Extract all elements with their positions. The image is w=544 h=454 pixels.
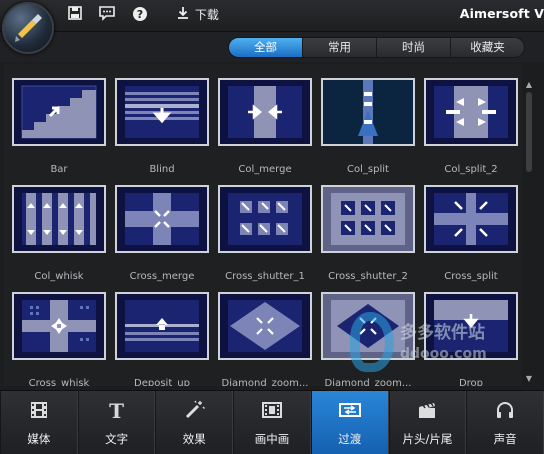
nav-label: 媒体 — [27, 432, 51, 446]
transition-thumbnail — [218, 78, 312, 146]
filter-tabs: 全部 常用 时尚 收藏夹 — [228, 37, 525, 58]
download-label: 下载 — [194, 8, 219, 22]
nav-label: 效果 — [182, 432, 206, 446]
transition-label: Deposit_up — [134, 378, 190, 386]
app-logo-icon[interactable] — [2, 2, 54, 54]
transition-thumbnail — [424, 292, 518, 360]
transition-label: Col_split — [347, 164, 389, 175]
transition-thumbnail — [424, 185, 518, 253]
app-window: ? 下载 Aimersoft V 全部 常用 时尚 收藏夹 Bar Blind … — [0, 0, 544, 454]
scroll-up-icon[interactable]: ▲ — [524, 80, 534, 90]
transition-label: Diamond_zoom... — [324, 378, 412, 386]
transition-label: Cross_shutter_2 — [328, 271, 408, 282]
transition-thumbnail — [115, 185, 209, 253]
tab-all[interactable]: 全部 — [229, 38, 302, 57]
transition-thumbnail — [321, 185, 415, 253]
nav-intro-outro[interactable]: 片头/片尾 — [388, 391, 467, 454]
transition-label: Diamond_zoom... — [221, 378, 309, 386]
transition-thumbnail — [12, 292, 106, 360]
download-icon — [177, 6, 191, 25]
tab-favorites[interactable]: 收藏夹 — [450, 38, 524, 57]
transition-thumbnail — [424, 78, 518, 146]
help-icon[interactable]: ? — [131, 6, 149, 24]
nav-label: 画中画 — [254, 432, 290, 446]
grid-scrollbar[interactable]: ▲ ▼ — [524, 80, 534, 384]
transition-icon — [312, 399, 388, 426]
text-icon: T — [109, 399, 125, 423]
transition-thumbnail — [321, 78, 415, 146]
transition-thumbnail — [12, 185, 106, 253]
bottom-nav: 媒体 T 文字 效果 画中画 过渡 片头/片尾 声音 — [0, 390, 544, 454]
nav-effects[interactable]: 效果 — [155, 391, 234, 454]
transition-label: Cross_split — [444, 271, 498, 282]
nav-label: 片头/片尾 — [402, 432, 453, 446]
transition-label: Col_split_2 — [444, 164, 498, 175]
transition-label: Col_whisk — [34, 271, 84, 282]
magic-wand-icon — [156, 399, 232, 426]
chat-icon[interactable] — [98, 6, 116, 24]
transition-thumbnail — [115, 78, 209, 146]
filter-bar: 全部 常用 时尚 收藏夹 — [0, 32, 544, 62]
transition-thumbnail — [115, 292, 209, 360]
transition-label: Bar — [50, 164, 68, 175]
nav-media[interactable]: 媒体 — [0, 391, 78, 454]
nav-label: 文字 — [105, 432, 129, 446]
scroll-thumb[interactable] — [526, 92, 532, 172]
svg-text:?: ? — [137, 8, 143, 21]
transition-label: Drop — [458, 378, 484, 386]
nav-text[interactable]: T 文字 — [77, 391, 156, 454]
transition-label: Col_merge — [238, 164, 292, 175]
film-icon — [1, 399, 77, 426]
transition-label: Cross_whisk — [28, 378, 90, 386]
scroll-down-icon[interactable]: ▼ — [524, 374, 534, 384]
nav-audio[interactable]: 声音 — [466, 391, 544, 454]
transition-label: Blind — [149, 164, 175, 175]
transition-label: Cross_shutter_1 — [225, 271, 305, 282]
nav-pip[interactable]: 画中画 — [233, 391, 311, 454]
transition-label: Cross_merge — [129, 271, 195, 282]
transition-thumbnail — [218, 185, 312, 253]
save-icon[interactable] — [66, 6, 84, 24]
transition-grid: Bar Blind Col_merge Col_split Col_split_… — [4, 64, 522, 386]
transition-thumbnail — [321, 292, 415, 360]
headphones-icon — [467, 399, 543, 426]
brand-title: Aimersoft V — [459, 6, 544, 21]
clapperboard-icon — [390, 399, 466, 426]
title-bar: ? 下载 Aimersoft V — [0, 0, 544, 32]
tab-common[interactable]: 常用 — [302, 38, 376, 57]
tab-fashion[interactable]: 时尚 — [376, 38, 450, 57]
download-button[interactable]: 下载 — [177, 6, 219, 25]
transition-thumbnail — [218, 292, 312, 360]
nav-label: 过渡 — [338, 432, 362, 446]
nav-transition[interactable]: 过渡 — [310, 391, 389, 454]
transition-thumbnail — [12, 78, 106, 146]
pip-icon — [234, 399, 310, 426]
nav-label: 声音 — [493, 432, 517, 446]
